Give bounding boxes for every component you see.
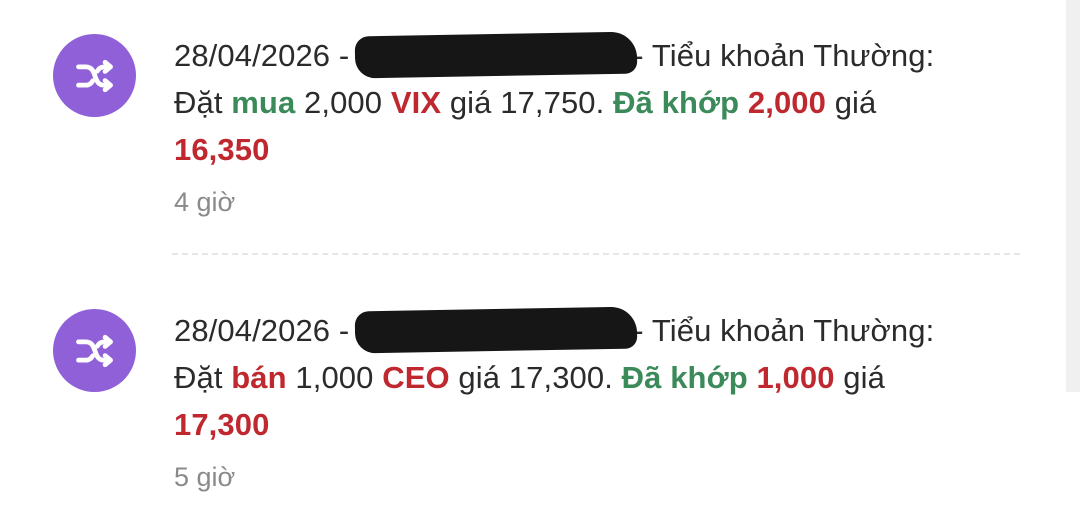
- message-line-3: 16,350: [174, 126, 1034, 173]
- matched-label: Đã khớp: [621, 360, 748, 395]
- matched-quantity: 1,000: [756, 360, 835, 395]
- notification-message: 28/04/2026 - - Tiểu khoản Thường: Đặt bán…: [174, 306, 1034, 448]
- matched-price: 17,300: [174, 407, 270, 442]
- order-date: 28/04/2026 -: [174, 38, 350, 73]
- notification-message: 28/04/2026 - - Tiểu khoản Thường: Đặt mua…: [174, 31, 1034, 173]
- message-line-1: 28/04/2026 - - Tiểu khoản Thường:: [174, 31, 1034, 79]
- redacted-account: [354, 31, 638, 79]
- divider: [172, 253, 1020, 255]
- order-quantity: 2,000: [304, 85, 383, 120]
- matched-price-label: giá: [834, 85, 877, 120]
- order-date: 28/04/2026 -: [174, 313, 350, 348]
- notification-list: 28/04/2026 - - Tiểu khoản Thường: Đặt mua…: [0, 0, 1080, 517]
- matched-price: 16,350: [174, 132, 270, 167]
- sub-account-label: - Tiểu khoản Thường:: [633, 313, 935, 348]
- redacted-account: [354, 306, 638, 354]
- order-price: 17,300.: [508, 360, 613, 395]
- price-label: giá: [449, 85, 492, 120]
- stock-symbol: CEO: [382, 360, 450, 395]
- matched-quantity: 2,000: [747, 85, 826, 120]
- matched-price-label: giá: [843, 360, 885, 395]
- sub-account-label: - Tiểu khoản Thường:: [633, 38, 935, 73]
- order-side: bán: [231, 360, 287, 395]
- notification-item[interactable]: 28/04/2026 - - Tiểu khoản Thường: Đặt bán…: [0, 275, 1060, 517]
- order-label: Đặt: [174, 360, 223, 395]
- order-side: mua: [231, 85, 296, 120]
- message-line-3: 17,300: [174, 401, 1034, 448]
- scrollbar[interactable]: [1066, 0, 1080, 392]
- order-quantity: 1,000: [295, 360, 374, 395]
- shuffle-icon: [53, 309, 136, 392]
- shuffle-icon: [53, 34, 136, 117]
- notification-item[interactable]: 28/04/2026 - - Tiểu khoản Thường: Đặt mua…: [0, 0, 1060, 250]
- order-price: 17,750.: [500, 85, 605, 120]
- notification-time: 4 giờ: [174, 187, 236, 217]
- notification-time: 5 giờ: [174, 462, 236, 492]
- stock-symbol: VIX: [390, 85, 442, 120]
- price-label: giá: [458, 360, 501, 395]
- message-line-2: Đặt mua 2,000 VIX giá 17,750. Đã khớp 2,…: [174, 79, 1034, 126]
- message-line-1: 28/04/2026 - - Tiểu khoản Thường:: [174, 306, 1034, 354]
- matched-label: Đã khớp: [613, 85, 740, 120]
- message-line-2: Đặt bán 1,000 CEO giá 17,300. Đã khớp 1,…: [174, 354, 1034, 401]
- order-label: Đặt: [174, 85, 223, 120]
